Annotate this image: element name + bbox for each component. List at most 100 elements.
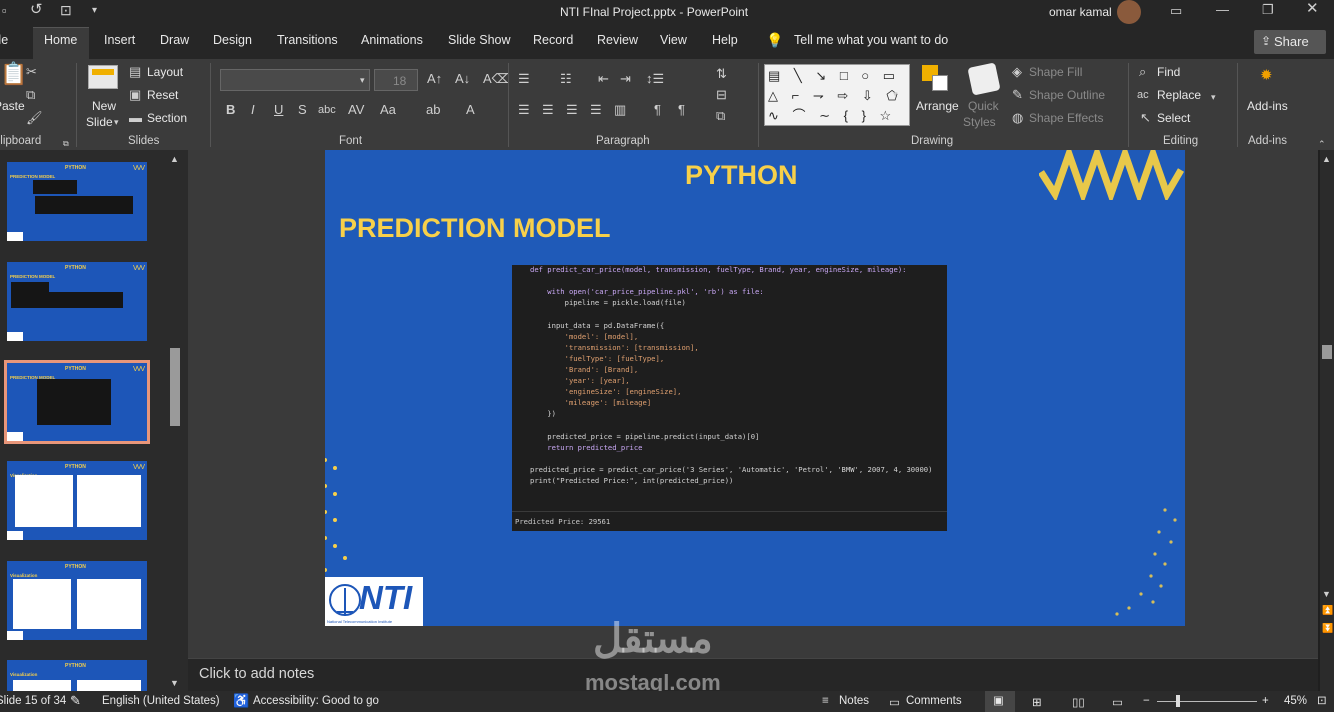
scroll-up-icon[interactable]: ▲ xyxy=(1322,152,1331,166)
tab-record[interactable]: Record xyxy=(533,33,573,47)
slideshow-icon[interactable]: ▭ xyxy=(1112,695,1123,709)
font-color-icon[interactable]: A xyxy=(466,103,475,117)
collapse-ribbon-icon[interactable]: ⌃ xyxy=(1318,137,1326,151)
slide-thumbnail-selected[interactable]: PYTHON PREDICTION MODEL VVV xyxy=(4,360,150,444)
tab-help[interactable]: Help xyxy=(712,33,738,47)
shapes-row-2[interactable]: △ ⌐ ⇁ ⇨ ⇩ ⬠ xyxy=(768,86,903,106)
zoom-in-icon[interactable]: + xyxy=(1262,695,1269,707)
scrollbar-thumb[interactable] xyxy=(170,348,180,426)
tab-home[interactable]: Home xyxy=(44,33,77,47)
shape-effects-button[interactable]: Shape Effects xyxy=(1029,111,1104,125)
layout-icon[interactable]: ▤ xyxy=(129,65,141,79)
highlight-icon[interactable]: ab xyxy=(426,103,440,117)
ribbon-display-icon[interactable]: ▭ xyxy=(1170,4,1182,18)
replace-button[interactable]: Replace xyxy=(1157,88,1201,102)
select-icon[interactable]: ↖ xyxy=(1140,111,1151,125)
slide-thumbnail[interactable]: PYTHON PREDICTION MODEL VVV xyxy=(7,262,147,341)
section-button[interactable]: Section xyxy=(147,111,187,125)
arrange-button[interactable]: Arrange xyxy=(916,99,959,113)
align-text-icon[interactable]: ⊟ xyxy=(716,88,727,102)
reset-button[interactable]: Reset xyxy=(147,88,178,102)
underline-icon[interactable]: U xyxy=(274,103,283,117)
tab-view[interactable]: View xyxy=(660,33,687,47)
zoom-out-icon[interactable]: − xyxy=(1143,695,1150,707)
shapes-gallery[interactable]: ▤ ╲ ↘ □ ○ ▭ △ ⌐ ⇁ ⇨ ⇩ ⬠ ∿ ⌒ ∼ { } ☆ xyxy=(764,64,910,126)
close-icon[interactable]: ✕ xyxy=(1306,1,1319,16)
reset-icon[interactable]: ▣ xyxy=(129,88,141,102)
replace-icon[interactable]: ac xyxy=(1137,88,1149,102)
layout-button[interactable]: Layout xyxy=(147,65,183,79)
paste-label[interactable]: Paste xyxy=(0,99,25,113)
cut-icon[interactable]: ✂ xyxy=(26,65,37,79)
format-painter-icon[interactable]: 🖌 xyxy=(26,111,43,125)
next-slide-icon[interactable]: ⏬ xyxy=(1322,621,1333,635)
tab-animations[interactable]: Animations xyxy=(361,33,423,47)
accessibility-icon[interactable]: ♿ xyxy=(233,693,249,709)
shape-outline-icon[interactable]: ✎ xyxy=(1012,88,1023,102)
undo-icon[interactable]: ↺ xyxy=(30,2,43,17)
restore-icon[interactable]: ❐ xyxy=(1262,3,1274,17)
previous-slide-icon[interactable]: ⏫ xyxy=(1322,603,1333,617)
new-slide-label-1[interactable]: New xyxy=(92,99,116,113)
tell-me-search[interactable]: Tell me what you want to do xyxy=(794,33,948,47)
accessibility-status[interactable]: Accessibility: Good to go xyxy=(253,695,379,707)
align-center-icon[interactable]: ☰ xyxy=(542,103,554,117)
code-image[interactable]: def predict_car_price(model, transmissio… xyxy=(512,265,947,531)
chevron-down-icon[interactable]: ▾ xyxy=(1211,90,1216,104)
smartart-icon[interactable]: ⧉ xyxy=(716,109,725,123)
scroll-down-icon[interactable]: ▼ xyxy=(170,676,179,690)
find-icon[interactable]: ⌕ xyxy=(1139,65,1146,79)
char-spacing-icon[interactable]: AV xyxy=(348,103,364,117)
slide-sorter-icon[interactable]: ⊞ xyxy=(1032,695,1042,709)
ltr-icon[interactable]: ¶ xyxy=(654,103,661,117)
slide-thumbnail[interactable]: PYTHON PREDICTION MODEL VVV xyxy=(7,162,147,241)
strikethrough-icon[interactable]: abc xyxy=(318,103,336,117)
copy-icon[interactable]: ⧉ xyxy=(26,88,35,102)
spell-check-icon[interactable]: ✎ xyxy=(70,693,81,709)
comments-button[interactable]: Comments xyxy=(906,695,962,707)
slide-thumbnail[interactable]: PYTHON Visualization VVV xyxy=(7,461,147,540)
normal-view-button[interactable]: ▣ xyxy=(985,691,1015,712)
comments-icon[interactable]: ▭ xyxy=(889,695,900,709)
zoom-level[interactable]: 45% xyxy=(1284,695,1307,707)
decrease-indent-icon[interactable]: ⇤ xyxy=(598,72,609,86)
new-slide-label-2[interactable]: Slide xyxy=(86,115,113,129)
clipboard-launcher-icon[interactable]: ⧉ xyxy=(63,137,69,151)
bold-icon[interactable]: B xyxy=(226,103,235,117)
slide-scrollbar[interactable]: ▲ ▼ ⏫ ⏬ xyxy=(1320,150,1334,691)
new-slide-icon[interactable] xyxy=(88,65,118,89)
fit-slide-icon[interactable]: ⊡ xyxy=(1317,693,1327,707)
shape-effects-icon[interactable]: ◍ xyxy=(1012,111,1023,125)
paste-icon[interactable]: 📋 xyxy=(0,63,27,85)
reading-view-icon[interactable]: ▯▯ xyxy=(1072,695,1085,709)
addins-button[interactable]: Add-ins xyxy=(1247,99,1288,113)
line-spacing-icon[interactable]: ↕☰ xyxy=(646,72,664,86)
shrink-font-icon[interactable]: A↓ xyxy=(455,72,470,86)
shapes-row-3[interactable]: ∿ ⌒ ∼ { } ☆ xyxy=(768,106,896,126)
justify-icon[interactable]: ☰ xyxy=(590,103,602,117)
scroll-down-icon[interactable]: ▼ xyxy=(1322,587,1331,601)
zoom-slider[interactable] xyxy=(1157,701,1257,702)
clear-format-icon[interactable]: A⌫ xyxy=(483,72,510,86)
slide-thumbnail[interactable]: PYTHON Visualization xyxy=(7,561,147,640)
change-case-icon[interactable]: Aa xyxy=(380,103,396,117)
slide-subtitle[interactable]: PREDICTION MODEL xyxy=(339,213,611,244)
quick-styles-label-2[interactable]: Styles xyxy=(963,115,996,129)
slide-counter[interactable]: Slide 15 of 34 xyxy=(0,695,66,707)
numbering-icon[interactable]: ☷ xyxy=(560,72,572,86)
slide-title[interactable]: PYTHON xyxy=(685,160,798,191)
chevron-down-icon[interactable]: ▾ xyxy=(114,115,119,129)
notes-pane[interactable]: Click to add notes xyxy=(188,658,1318,691)
scroll-up-icon[interactable]: ▲ xyxy=(170,152,179,166)
shape-fill-button[interactable]: Shape Fill xyxy=(1029,65,1082,79)
arrange-icon[interactable] xyxy=(922,65,950,93)
minimize-icon[interactable]: — xyxy=(1216,3,1229,17)
text-direction-icon[interactable]: ⇅ xyxy=(716,67,727,81)
font-size-field[interactable]: 18 xyxy=(374,69,418,91)
save-icon[interactable]: ▫ xyxy=(2,4,7,18)
tab-insert[interactable]: Insert xyxy=(104,33,135,47)
align-right-icon[interactable]: ☰ xyxy=(566,103,578,117)
share-button[interactable]: ⇪ Share xyxy=(1254,30,1326,54)
shape-outline-button[interactable]: Shape Outline xyxy=(1029,88,1105,102)
addins-icon[interactable]: ✹ xyxy=(1260,68,1273,83)
